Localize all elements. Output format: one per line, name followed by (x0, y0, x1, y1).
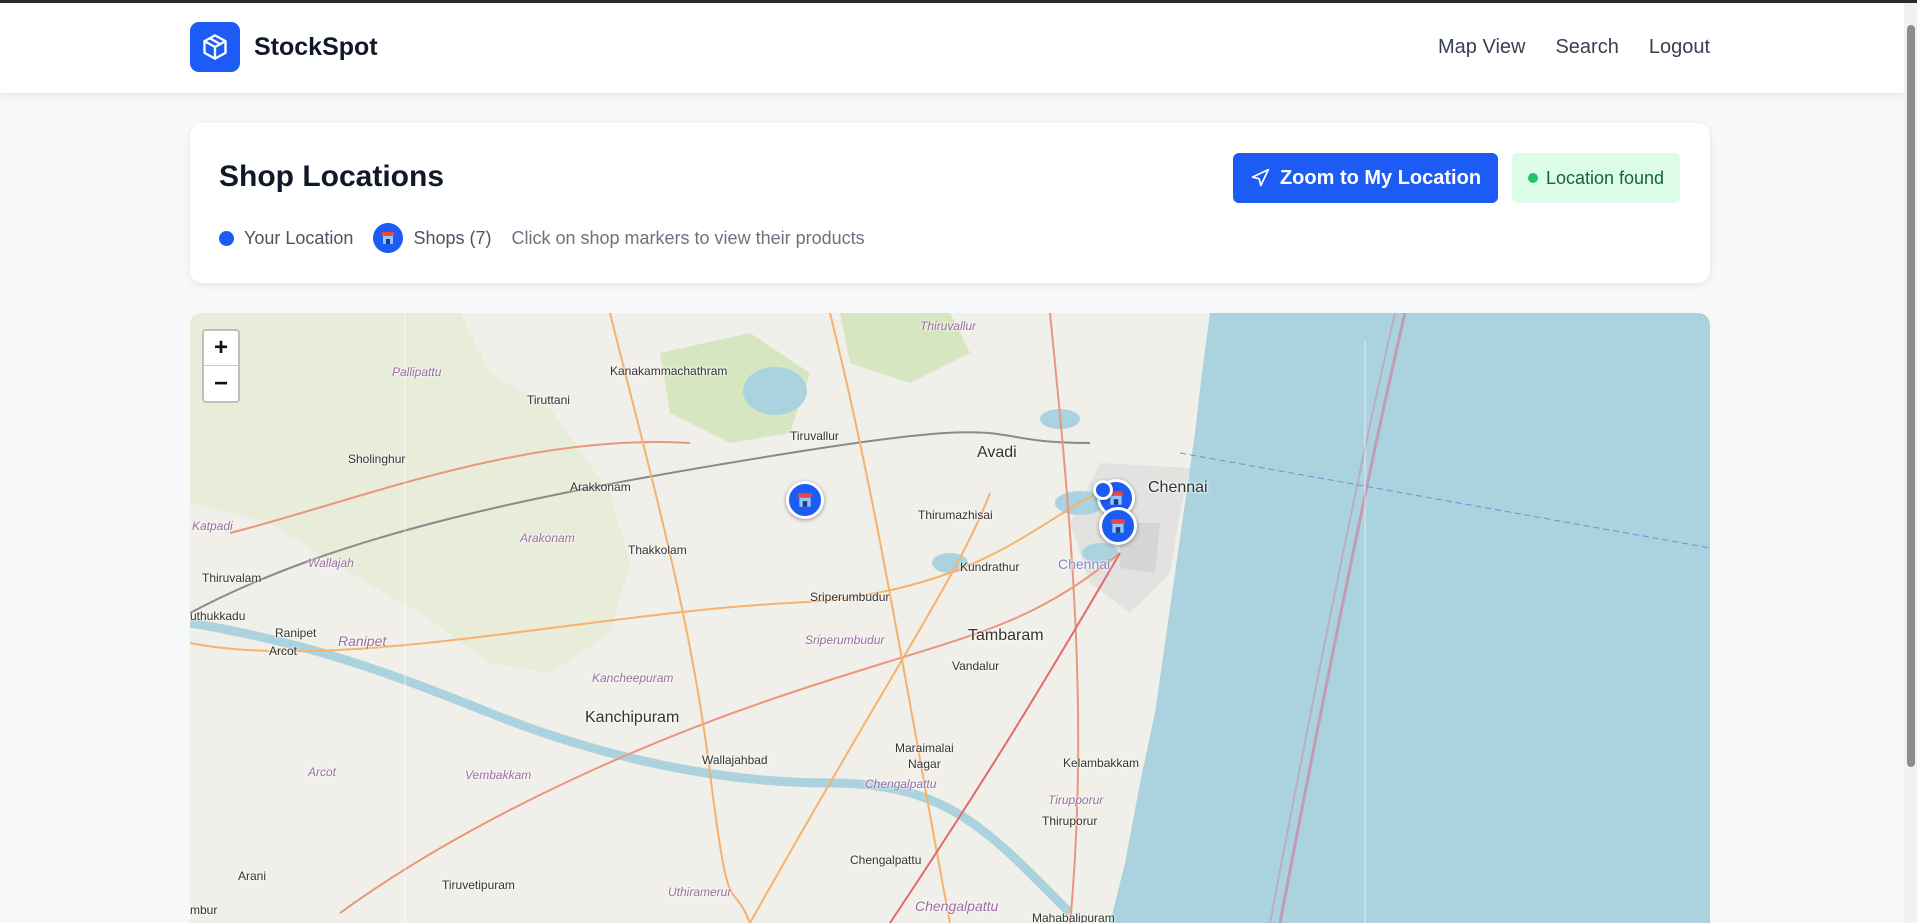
map-place-label: Thirumazhisai (918, 508, 993, 522)
map-place-label: Uthiramerur (668, 885, 732, 899)
zoom-in-button[interactable]: + (204, 331, 238, 366)
map-place-label: Pallipattu (392, 365, 442, 379)
map-place-label: Tiruttani (527, 393, 570, 407)
your-location-marker[interactable] (1093, 480, 1113, 500)
map-place-label: Wallajah (308, 556, 354, 570)
zoom-to-location-label: Zoom to My Location (1279, 166, 1482, 189)
map-place-label: Kanchipuram (585, 709, 680, 726)
map-place-label: Katpadi (192, 519, 233, 533)
map-place-label: Kundrathur (960, 560, 1020, 574)
nav-map-view[interactable]: Map View (1438, 36, 1525, 59)
shop-map[interactable]: Thiruvallur Pallipattu Kanakammachathram… (190, 313, 1710, 923)
map-place-label: Tambaram (968, 627, 1044, 644)
location-status-text: Location found (1545, 167, 1665, 188)
map-place-label: Tiruvallur (790, 429, 839, 443)
map-place-label: Thiruvalam (202, 571, 262, 585)
shop-icon (798, 493, 812, 507)
map-place-label: Chengalpattu (915, 898, 999, 914)
map-place-label: Maraimalai (895, 741, 954, 755)
map-place-label: Chennai (1058, 556, 1111, 572)
navigation-arrow-icon (1251, 168, 1270, 187)
location-status-badge: Location found (1512, 153, 1680, 203)
nav-search[interactable]: Search (1555, 36, 1618, 59)
map-place-label: mbur (190, 903, 218, 917)
map-place-label: Sriperumbudur (810, 590, 890, 604)
navbar: StockSpot Map View Search Logout (0, 3, 1904, 93)
zoom-out-button[interactable]: − (204, 366, 238, 401)
map-place-label: Sriperumbudur (805, 633, 885, 647)
map-place-label: Arcot (308, 765, 337, 779)
map-place-label: Tiruvetipuram (442, 878, 515, 892)
nav-logout[interactable]: Logout (1649, 36, 1710, 59)
map-place-label: Kanakammachathram (610, 364, 728, 378)
map-place-label: Tirupporur (1048, 793, 1104, 807)
package-icon (190, 22, 240, 72)
shop-icon (1111, 519, 1125, 533)
legend-hint: Click on shop markers to view their prod… (511, 227, 865, 248)
page-scrollbar[interactable] (1904, 3, 1917, 923)
legend-shops: Shops (7) (413, 227, 492, 248)
zoom-to-location-button[interactable]: Zoom to My Location (1233, 153, 1498, 203)
map-place-label: uthukkadu (190, 609, 246, 623)
status-dot-icon (1527, 173, 1538, 183)
page-title: Shop Locations (219, 160, 444, 193)
shop-marker[interactable] (786, 481, 824, 519)
scrollbar-thumb[interactable] (1907, 25, 1915, 767)
map-place-label: Vembakkam (465, 768, 532, 782)
nav-links: Map View Search Logout (1438, 36, 1710, 59)
map-place-label: Avadi (977, 444, 1017, 461)
map-place-label: Vandalur (952, 659, 1000, 673)
map-place-label: Chennai (1148, 479, 1208, 496)
map-zoom-control: + − (202, 329, 240, 403)
brand[interactable]: StockSpot (190, 22, 378, 72)
map-place-label: Thakkolam (628, 543, 687, 557)
map-place-label: Wallajahbad (702, 753, 768, 767)
legend-your-location: Your Location (244, 227, 354, 248)
map-place-label: Arcot (269, 644, 298, 658)
map-place-label: Arakkonam (570, 480, 631, 494)
map-tiles (190, 313, 1710, 923)
map-place-label: Chengalpattu (865, 777, 937, 791)
map-place-label: Arani (238, 869, 267, 883)
shop-marker[interactable] (1099, 507, 1137, 545)
map-place-label: Sholinghur (348, 452, 406, 466)
map-legend: Your Location Shops (7) Click on shop ma… (219, 223, 865, 253)
map-place-label: Mahabalipuram (1032, 911, 1115, 923)
brand-name: StockSpot (254, 32, 378, 61)
shop-locations-card: Shop Locations Your Location Shops (7) C… (190, 123, 1710, 283)
your-location-dot-icon (219, 230, 234, 246)
map-place-label: Thiruvallur (920, 319, 977, 333)
map-place-label: Kancheepuram (592, 671, 674, 685)
map-place-label: Nagar (908, 757, 941, 771)
map-place-label: Arakonam (520, 531, 575, 545)
map-place-label: Chengalpattu (850, 853, 922, 867)
map-place-label: Ranipet (338, 633, 387, 649)
map-place-label: Kelambakkam (1063, 756, 1140, 770)
shop-marker-icon (373, 223, 404, 253)
map-place-label: Thiruporur (1042, 814, 1098, 828)
map-place-label: Ranipet (275, 626, 317, 640)
